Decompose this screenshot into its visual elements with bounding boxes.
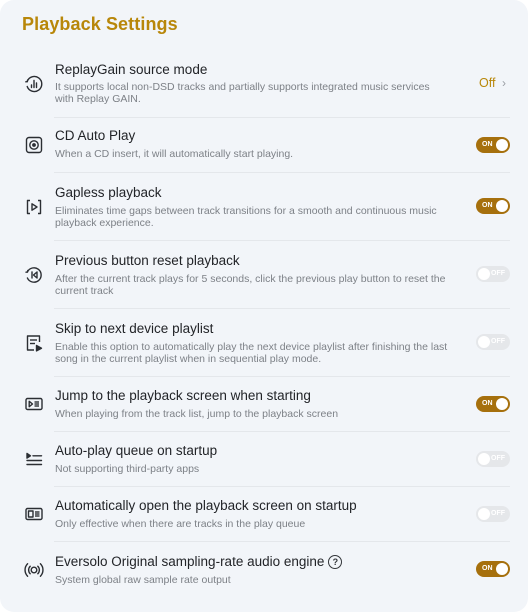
jump-playback-screen-toggle[interactable]: ON	[476, 396, 510, 412]
setting-title: Gapless playback	[55, 185, 162, 200]
gapless-icon	[24, 197, 44, 217]
setting-description: When a CD insert, it will automatically …	[55, 148, 294, 160]
setting-description: System global raw sample rate output	[55, 574, 231, 586]
setting-auto-play-queue: Auto-play queue on startup Not supportin…	[0, 432, 528, 487]
setting-cd-auto-play: CD Auto Play When a CD insert, it will a…	[0, 118, 528, 173]
queue-icon	[24, 449, 44, 469]
toggle-knob	[496, 398, 508, 410]
setting-title: Skip to next device playlist	[55, 321, 214, 336]
setting-title: Automatically open the playback screen o…	[55, 498, 357, 513]
toggle-state-label: ON	[482, 400, 493, 407]
toggle-state-label: OFF	[491, 338, 505, 345]
toggle-state-label: OFF	[491, 455, 505, 462]
skip-next-playlist-toggle[interactable]: OFF	[476, 334, 510, 350]
toggle-state-label: ON	[482, 565, 493, 572]
original-sampling-engine-toggle[interactable]: ON	[476, 561, 510, 577]
setting-replaygain[interactable]: ReplayGain source mode It supports local…	[0, 52, 528, 118]
toggle-state-label: ON	[482, 202, 493, 209]
playback-screen-icon	[24, 394, 44, 414]
previous-reset-icon	[24, 265, 44, 285]
audio-engine-icon	[24, 560, 44, 580]
toggle-state-label: OFF	[491, 510, 505, 517]
open-screen-icon	[24, 504, 44, 524]
auto-play-queue-toggle[interactable]: OFF	[476, 451, 510, 467]
toggle-knob	[496, 200, 508, 212]
setting-title: ReplayGain source mode	[55, 62, 208, 77]
toggle-knob	[496, 563, 508, 575]
setting-description: It supports local non-DSD tracks and par…	[55, 81, 430, 105]
help-icon[interactable]: ?	[328, 555, 343, 569]
previous-reset-toggle[interactable]: OFF	[476, 266, 510, 282]
cd-icon	[24, 135, 44, 155]
setting-description: Only effective when there are tracks in …	[55, 518, 306, 530]
setting-description: Enable this option to automatically play…	[55, 341, 448, 365]
setting-title: Eversolo Original sampling-rate audio en…	[55, 554, 325, 569]
toggle-knob	[478, 508, 490, 520]
replaygain-value[interactable]: Off	[479, 76, 495, 90]
toggle-knob	[478, 268, 490, 280]
cd-auto-play-toggle[interactable]: ON	[476, 137, 510, 153]
setting-original-sampling-engine: Eversolo Original sampling-rate audio en…	[0, 542, 528, 598]
setting-title: Jump to the playback screen when startin…	[55, 388, 311, 403]
setting-description: Not supporting third-party apps	[55, 463, 200, 475]
setting-title: Auto-play queue on startup	[55, 443, 218, 458]
toggle-knob	[496, 139, 508, 151]
chevron-right-icon[interactable]: ›	[502, 76, 506, 90]
playlist-icon	[24, 333, 44, 353]
toggle-knob	[478, 336, 490, 348]
setting-description: When playing from the track list, jump t…	[55, 408, 339, 420]
setting-skip-next-playlist: Skip to next device playlist Enable this…	[0, 309, 528, 377]
replaygain-icon	[24, 74, 44, 94]
open-playback-screen-toggle[interactable]: OFF	[476, 506, 510, 522]
setting-title-line: Eversolo Original sampling-rate audio en…	[55, 554, 343, 569]
setting-title: CD Auto Play	[55, 128, 136, 143]
setting-open-playback-screen: Automatically open the playback screen o…	[0, 487, 528, 542]
setting-jump-playback-screen: Jump to the playback screen when startin…	[0, 377, 528, 432]
setting-description: After the current track plays for 5 seco…	[55, 273, 446, 297]
page-title: Playback Settings	[22, 14, 178, 34]
gapless-playback-toggle[interactable]: ON	[476, 198, 510, 214]
toggle-knob	[478, 453, 490, 465]
setting-description: Eliminates time gaps between track trans…	[55, 205, 437, 229]
setting-gapless-playback: Gapless playback Eliminates time gaps be…	[0, 173, 528, 241]
toggle-state-label: ON	[482, 141, 493, 148]
toggle-state-label: OFF	[491, 270, 505, 277]
setting-title: Previous button reset playback	[55, 253, 240, 268]
setting-previous-reset: Previous button reset playback After the…	[0, 241, 528, 309]
settings-panel: Playback Settings ReplayGain source mode…	[0, 0, 528, 612]
